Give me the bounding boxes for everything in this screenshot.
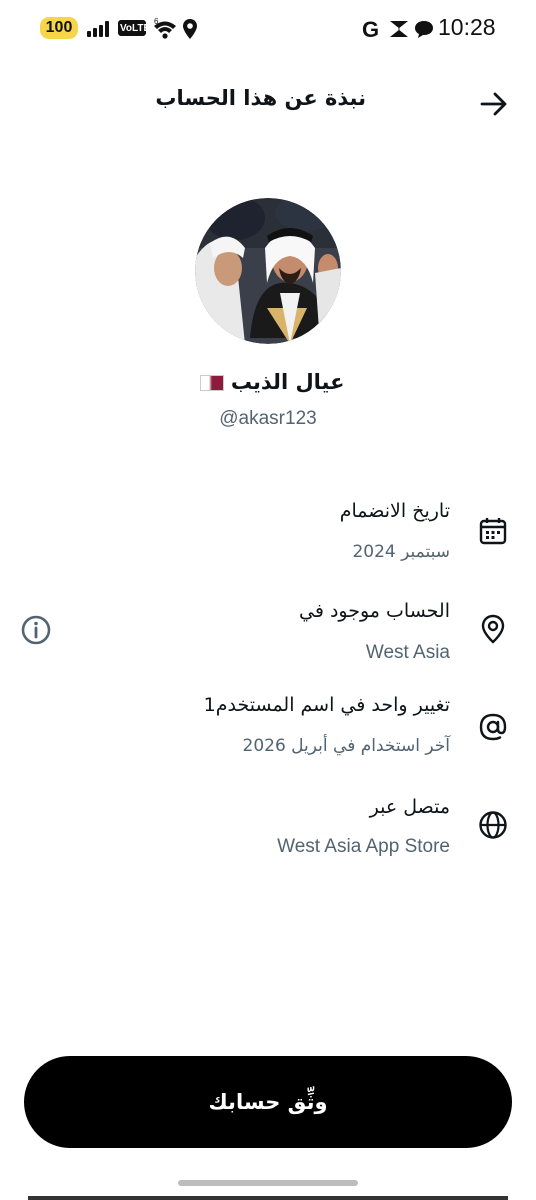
- location-pin-icon: [481, 614, 505, 644]
- row-title: متصل عبر: [369, 796, 450, 818]
- row-value: سبتمبر 2024: [352, 542, 450, 562]
- info-row-connected-via: متصل عبر West Asia App Store: [0, 790, 536, 870]
- globe-icon: [479, 811, 507, 839]
- svg-text:G: G: [362, 17, 379, 41]
- profile-photo: [195, 198, 341, 344]
- row-value: آخر استخدام في أبريل 2026: [242, 736, 450, 756]
- home-indicator[interactable]: [178, 1180, 358, 1186]
- info-row-join-date: تاريخ الانضمام سبتمبر 2024: [0, 496, 536, 576]
- display-name-text: عيال الذيب: [230, 370, 345, 394]
- qatar-flag-icon: [199, 375, 224, 391]
- row-title: تاريخ الانضمام: [339, 500, 450, 522]
- google-icon: G: [362, 17, 379, 41]
- battery-icon: 100: [40, 17, 78, 39]
- row-value: West Asia App Store: [277, 836, 450, 857]
- page-title: نبذة عن هذا الحساب: [155, 86, 366, 110]
- wifi-6-badge: 6: [154, 17, 159, 26]
- display-name: عيال الذيب: [0, 370, 536, 394]
- wifi-icon: 6: [154, 17, 176, 39]
- at-sign-icon: [479, 713, 507, 741]
- location-icon: [183, 19, 197, 39]
- volte-icon: VoLTE: [118, 20, 150, 36]
- username: @akasr123: [219, 408, 317, 429]
- row-title: تغيير واحد في اسم المستخدم1: [203, 694, 450, 716]
- info-icon[interactable]: [20, 614, 52, 646]
- calendar-icon: [479, 518, 507, 545]
- bottom-edge-bar: [28, 1196, 508, 1200]
- arrow-right-icon: [480, 92, 507, 116]
- verify-account-button[interactable]: وثِّق حسابك: [24, 1056, 512, 1148]
- info-row-username-changes: تغيير واحد في اسم المستخدم1 آخر استخدام …: [0, 690, 536, 770]
- about-account-screen: 100 VoLTE 6 G 10:28 نبذة عن هذا الحساب ع…: [0, 0, 536, 1200]
- top-app-bar: نبذة عن هذا الحساب: [0, 72, 536, 132]
- signal-icon: [87, 19, 113, 37]
- message-icon: [415, 21, 433, 38]
- s-app-icon: [390, 21, 408, 37]
- avatar[interactable]: [195, 198, 341, 344]
- status-time: 10:28: [438, 14, 496, 40]
- row-value: West Asia: [365, 642, 450, 663]
- back-button[interactable]: [474, 84, 514, 124]
- info-row-location: الحساب موجود في West Asia: [0, 594, 536, 674]
- row-title: الحساب موجود في: [299, 600, 450, 622]
- status-bar: 100 VoLTE 6 G 10:28: [0, 0, 536, 58]
